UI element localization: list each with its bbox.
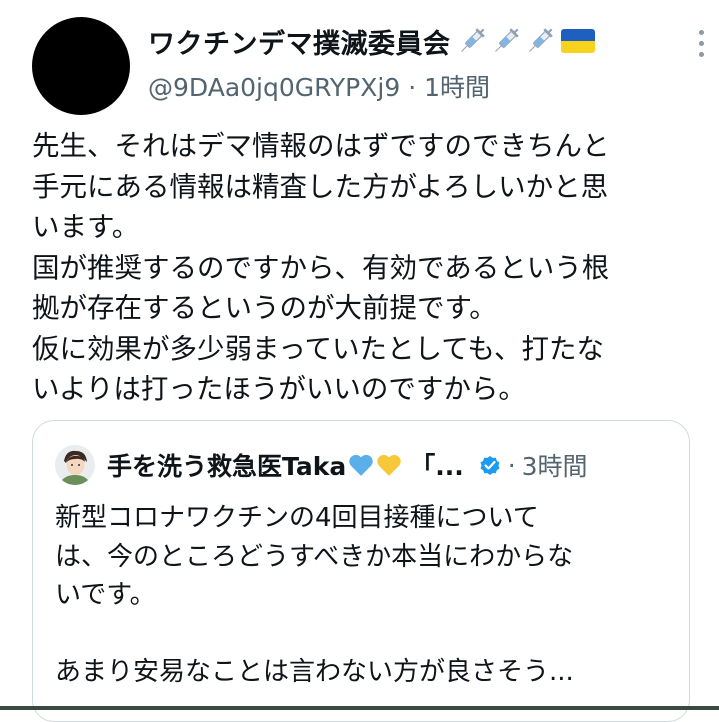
quote-author-avatar bbox=[55, 445, 95, 485]
yellow-heart-icon bbox=[377, 454, 401, 476]
quote-time[interactable]: 3時間 bbox=[522, 447, 588, 483]
syringe-icon bbox=[460, 28, 485, 52]
quote-text: 新型コロナワクチンの4回目接種について は、今のところどうすべきか本当にわからな… bbox=[55, 503, 574, 687]
quoted-tweet[interactable]: 手を洗う救急医Taka 「... · 3時間 新型コロナワクチンの4回目接種につ… bbox=[32, 420, 690, 722]
quote-author-name[interactable]: 手を洗う救急医Taka bbox=[107, 447, 346, 483]
verified-badge-icon bbox=[480, 456, 500, 475]
tweet-time[interactable]: 1時間 bbox=[424, 73, 490, 102]
handle-separator: · bbox=[408, 73, 417, 102]
author-handle[interactable]: @9DAa0jq0GRYPXj9 bbox=[148, 73, 400, 102]
handle-row: @9DAa0jq0GRYPXj9 · 1時間 bbox=[148, 68, 699, 104]
quote-name-suffix: 「... bbox=[410, 452, 464, 481]
syringe-icon bbox=[528, 28, 553, 52]
blue-heart-icon bbox=[349, 454, 373, 476]
author-avatar[interactable] bbox=[32, 17, 130, 115]
name-emoji-badges bbox=[455, 24, 595, 58]
tweet-header: ワクチンデマ撲滅委員会 @9DAa0jq0GRYPXj9 · 1時間 bbox=[148, 20, 699, 104]
author-display-name[interactable]: ワクチンデマ撲滅委員会 bbox=[148, 22, 451, 61]
ukraine-flag-icon bbox=[560, 29, 595, 53]
quote-separator: · bbox=[507, 450, 516, 480]
syringe-icon bbox=[494, 28, 519, 52]
bottom-divider bbox=[0, 706, 719, 710]
tweet-text: 先生、それはデマ情報のはずですのできちんと 手元にある情報は精査した方がよろしい… bbox=[32, 130, 610, 405]
quote-header: 手を洗う救急医Taka 「... · 3時間 bbox=[55, 445, 588, 485]
more-options-icon[interactable] bbox=[699, 30, 705, 60]
name-row: ワクチンデマ撲滅委員会 bbox=[148, 20, 699, 62]
